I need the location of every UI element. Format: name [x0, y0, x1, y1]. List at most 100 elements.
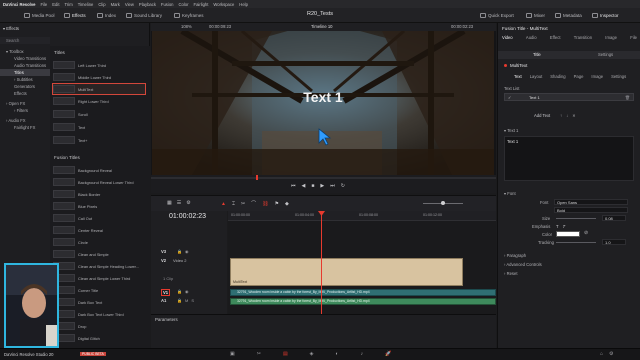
last-frame-icon[interactable]: ⏭ — [330, 183, 335, 189]
fusion-title-item[interactable]: Background Reveal — [53, 165, 145, 175]
tree-open-fx[interactable]: › Open FX — [0, 100, 50, 107]
menu-item[interactable]: Timeline — [78, 2, 94, 7]
tracking-slider[interactable] — [556, 242, 596, 243]
tree-audio-fx[interactable]: › Audio FX — [0, 117, 50, 124]
timeline-playhead[interactable] — [321, 211, 322, 314]
title-middle-lower-third[interactable]: Middle Lower Third — [53, 72, 145, 82]
tooltab-layout[interactable]: Layout — [530, 74, 543, 79]
color-swatch[interactable] — [556, 231, 580, 237]
video-frame[interactable]: Text 1 — [152, 31, 494, 175]
media-page-icon[interactable]: ▣ — [230, 351, 235, 357]
menu-item[interactable]: File — [41, 2, 48, 7]
effects-search-input[interactable]: Search — [0, 37, 50, 44]
title-text-plus[interactable]: Text+ — [53, 135, 145, 145]
advanced-controls-section[interactable]: › Advanced Controls — [504, 262, 542, 267]
quick-export-button[interactable]: Quick Export — [478, 11, 516, 20]
tab-effect[interactable]: Effect — [550, 35, 561, 40]
tree-toolbox[interactable]: ▾ Toolbox — [0, 48, 50, 55]
size-slider[interactable] — [556, 218, 596, 219]
move-down-icon[interactable]: ↓ — [566, 113, 568, 118]
tree-generators[interactable]: Generators — [0, 83, 50, 90]
color-page-icon[interactable]: ◐ — [336, 351, 339, 357]
audio-clip[interactable]: 32791_Wooden room inside a cabin by the … — [230, 298, 496, 305]
menu-item[interactable]: Workspace — [213, 2, 234, 7]
mute-icon[interactable]: M — [185, 298, 188, 303]
first-frame-icon[interactable]: ⏮ — [291, 183, 296, 189]
lock-icon[interactable]: 🔒 — [177, 249, 182, 254]
style-dropdown[interactable]: Bold — [554, 207, 628, 213]
loop-icon[interactable]: ↻ — [341, 183, 345, 189]
tab-image[interactable]: Image — [605, 35, 617, 40]
title-left-lower-third[interactable]: Left Lower Third — [53, 60, 145, 70]
fusion-title-item[interactable]: Dark Box Text — [53, 297, 145, 307]
metadata-button[interactable]: Metadata — [553, 11, 584, 20]
selection-tool-icon[interactable]: ▲ — [221, 201, 226, 207]
eye-icon[interactable]: ◉ — [185, 249, 189, 254]
track-v1-id[interactable]: V1 — [161, 289, 171, 296]
tree-video-transitions[interactable]: Video Transitions — [0, 55, 50, 62]
menu-item[interactable]: Playback — [139, 2, 156, 7]
fusion-page-icon[interactable]: ◈ — [310, 351, 314, 357]
reverse-play-icon[interactable]: ◀ — [302, 183, 306, 189]
paragraph-section[interactable]: › Paragraph — [504, 253, 526, 258]
remove-icon[interactable]: ✕ — [572, 113, 576, 118]
text-list-item[interactable]: ✓ Text 1 🗑 — [504, 93, 634, 101]
menu-item[interactable]: Mark — [111, 2, 120, 7]
menu-item[interactable]: Clip — [98, 2, 105, 7]
settings-icon[interactable]: ⚙ — [609, 351, 613, 357]
tooltab-text[interactable]: Text — [514, 74, 522, 79]
tab-video[interactable]: Video — [502, 35, 513, 40]
move-up-icon[interactable]: ↑ — [560, 113, 562, 118]
timeline-selector[interactable]: Timeline 10 — [311, 24, 333, 29]
eye-icon[interactable]: ◉ — [185, 289, 189, 294]
subtab-title[interactable]: Title — [533, 52, 541, 57]
tool-enabled-icon[interactable] — [504, 64, 507, 67]
sound-library-button[interactable]: Sound Library — [124, 11, 164, 20]
tab-audio[interactable]: Audio — [526, 35, 537, 40]
flag-icon[interactable]: ⚑ — [275, 201, 279, 207]
tooltab-image[interactable]: Image — [591, 74, 603, 79]
tooltab-settings[interactable]: Settings — [611, 74, 626, 79]
fusion-title-item[interactable]: Digital Glitch — [53, 333, 145, 343]
zoom-level[interactable]: 108% — [181, 24, 192, 29]
index-button[interactable]: Index — [95, 11, 118, 20]
track-a1-id[interactable]: A1 — [161, 298, 166, 303]
fusion-title-item[interactable]: Clean and Simple — [53, 249, 145, 259]
check-icon[interactable]: ✓ — [508, 95, 511, 100]
fusion-title-item[interactable]: Corner Title — [53, 285, 145, 295]
size-value[interactable]: 0.08 — [602, 215, 626, 221]
title-text[interactable]: Text — [53, 122, 145, 132]
title-clip[interactable]: MultiText — [230, 258, 463, 286]
cut-page-icon[interactable]: ✂ — [257, 351, 261, 357]
reset-section[interactable]: › Reset — [504, 271, 518, 276]
menu-item[interactable]: Color — [179, 2, 189, 7]
fusion-title-item[interactable]: Drop — [53, 321, 145, 331]
media-pool-button[interactable]: Media Pool — [22, 11, 57, 20]
fusion-title-item[interactable]: Background Reveal Lower Third — [53, 177, 145, 187]
tooltab-page[interactable]: Page — [574, 74, 584, 79]
eyedropper-icon[interactable]: ⊘ — [584, 230, 588, 236]
tree-effects[interactable]: Effects — [0, 90, 50, 97]
track-v2-name[interactable]: Video 2 — [173, 258, 187, 263]
grid-view-icon[interactable]: ▦ — [167, 200, 172, 206]
fusion-title-item[interactable]: Dark Box Text Lower Third — [53, 309, 145, 319]
fusion-title-item[interactable]: Blue Pixels — [53, 201, 145, 211]
inspector-button[interactable]: Inspector — [590, 11, 621, 20]
scrubber-playhead[interactable] — [256, 175, 258, 180]
play-icon[interactable]: ▶ — [320, 183, 324, 189]
snap-icon[interactable]: ⌒ — [251, 200, 256, 207]
tree-titles[interactable]: Titles — [0, 69, 50, 76]
solo-icon[interactable]: S — [191, 298, 194, 303]
text-emphasis-t-icon[interactable]: T — [556, 224, 559, 229]
font-section-header[interactable]: ▾ Font — [504, 191, 516, 196]
title-right-lower-third[interactable]: Right Lower Third — [53, 96, 145, 106]
lock-icon[interactable]: 🔒 — [177, 298, 182, 303]
home-icon[interactable]: ⌂ — [600, 351, 603, 357]
add-text-button[interactable]: Add Text — [534, 113, 550, 118]
title-scroll[interactable]: Scroll — [53, 109, 145, 119]
fusion-title-item[interactable]: Call Out — [53, 213, 145, 223]
mixer-button[interactable]: Mixer — [524, 11, 547, 20]
deliver-page-icon[interactable]: 🚀 — [385, 351, 391, 357]
menu-item[interactable]: Fairlight — [194, 2, 209, 7]
lock-icon[interactable]: 🔒 — [177, 289, 182, 294]
